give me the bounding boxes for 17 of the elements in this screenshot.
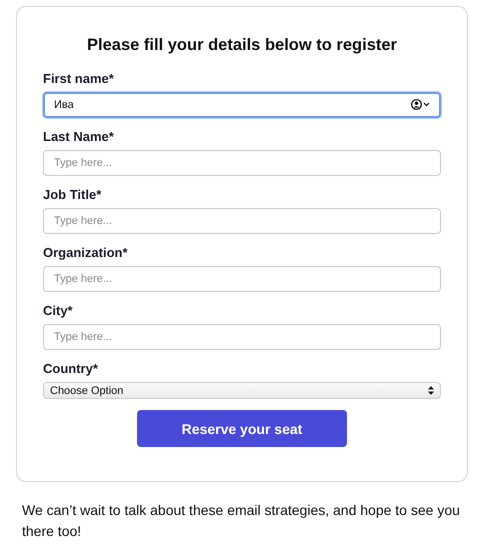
field-label: First name* [43,71,115,86]
field-label: Job Title* [43,187,102,202]
field-label: Country* [43,361,99,376]
contact-autofill-icon[interactable] [411,99,431,110]
reserve-seat-button[interactable]: Reserve your seat [137,410,347,447]
input-field[interactable]: Type here... [43,208,441,234]
field-label: Organization* [43,245,129,260]
select-arrows-icon [428,386,434,395]
field-label: City* [43,303,74,318]
input-field[interactable]: Type here... [43,150,441,176]
field-label: Last Name* [43,129,115,144]
select-dropdown[interactable]: Choose Option [43,382,441,399]
form-title: Please fill your details below to register [86,36,398,55]
input-field[interactable]: Type here... [43,324,441,350]
input-field[interactable]: Type here... [43,266,441,292]
input-field[interactable]: Ива [43,92,441,118]
footer-text: We can’t wait to talk about these email strategies, and hope to see you there too! [22,501,461,541]
